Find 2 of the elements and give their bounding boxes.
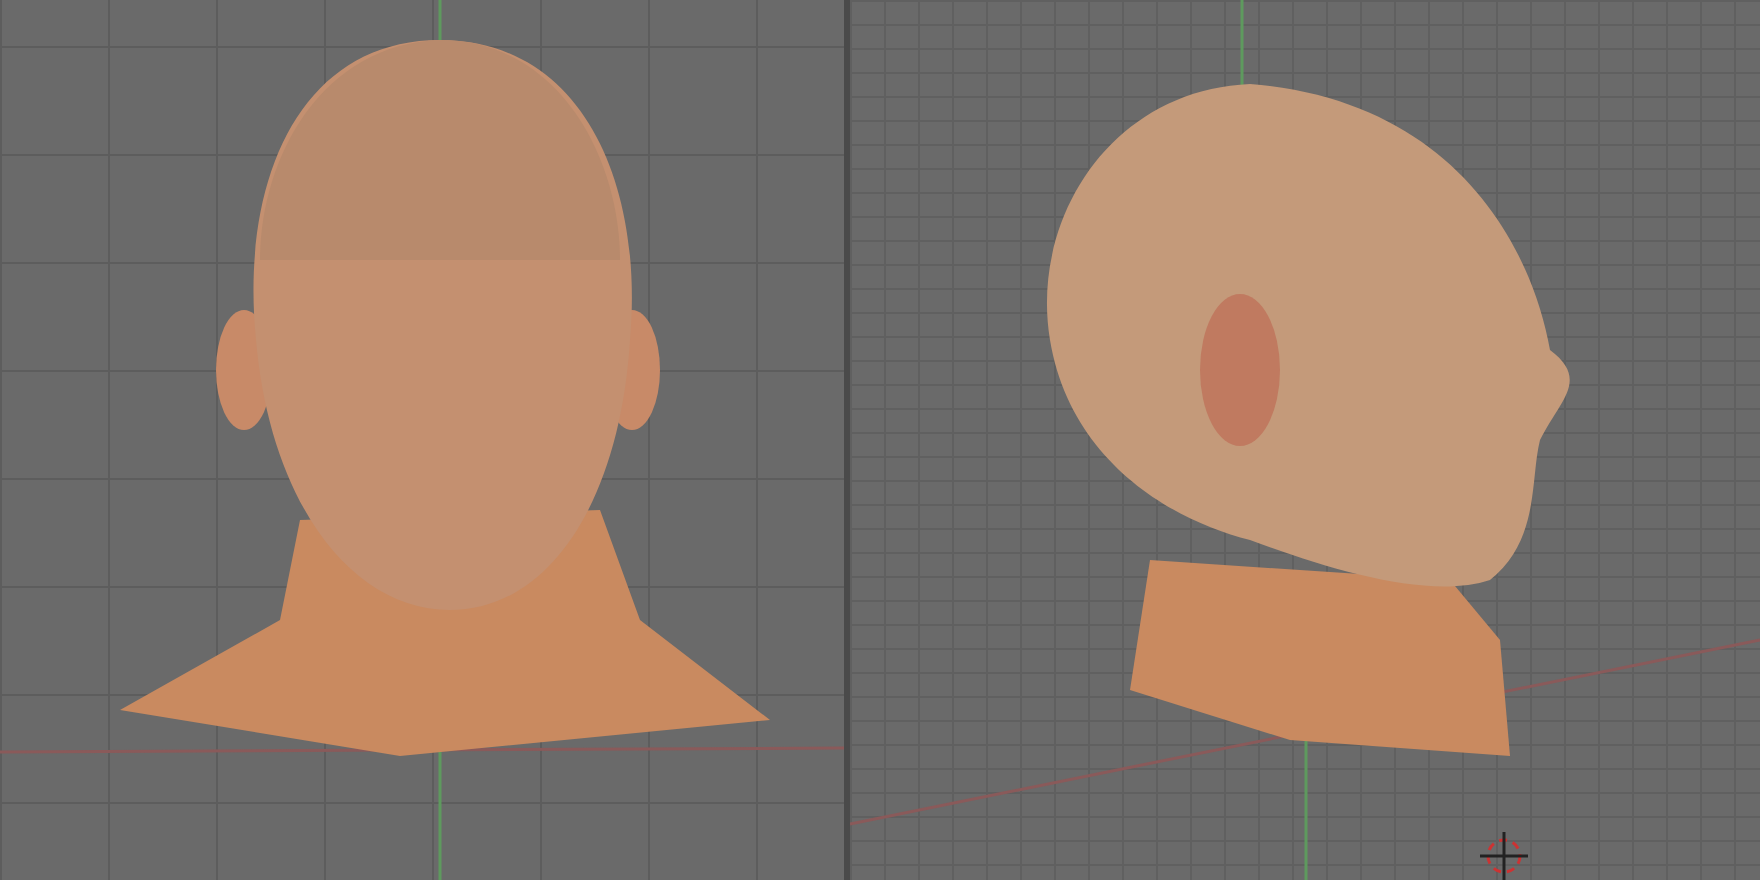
axis-line [1240, 0, 1244, 90]
crosshair-icon [1480, 832, 1528, 880]
